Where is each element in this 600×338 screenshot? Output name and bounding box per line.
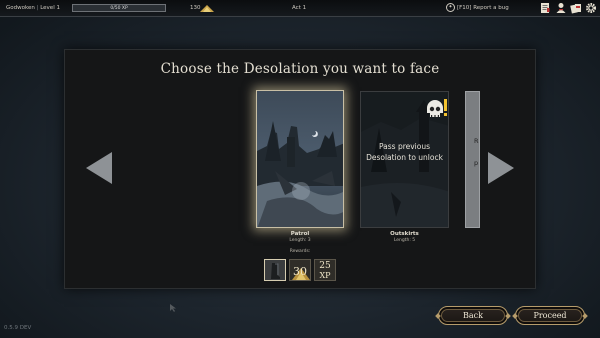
desolation-card-patrol[interactable]	[256, 90, 344, 228]
player-level: Level 1	[40, 5, 60, 11]
top-bar: Godwoken | Level 1 0/50 XP 130 Act 1 ✦ [F…	[0, 0, 600, 17]
cards-icon[interactable]	[570, 2, 582, 14]
card-length-outskirts: Length: 5	[393, 238, 416, 243]
card-name-patrol: Patrol	[290, 231, 310, 237]
reward-item-xp[interactable]: 25 XP	[314, 259, 336, 281]
version-label: 0.5.9 DEV	[4, 325, 32, 331]
partial-text-2: p	[474, 159, 479, 167]
patrol-artwork	[257, 91, 343, 227]
previous-arrow-button[interactable]	[86, 152, 112, 184]
desolation-card-outskirts[interactable]: Pass previous Desolation to unlock	[360, 91, 449, 228]
settings-gear-icon[interactable]	[585, 2, 597, 14]
bug-icon: ✦	[446, 3, 455, 12]
unlock-text-line-1: Pass previous	[378, 142, 431, 151]
act-label: Act 1	[292, 5, 307, 11]
skull-locked-icon	[427, 99, 447, 117]
xp-reward-value: 25	[319, 261, 331, 271]
next-arrow-button[interactable]	[488, 152, 514, 184]
unlock-text-line-2: Desolation to unlock	[366, 153, 443, 162]
xp-bar: 0/50 XP	[72, 4, 166, 12]
xp-reward-unit: XP	[319, 271, 331, 280]
partial-text-1: R	[474, 137, 479, 145]
scroll-icon[interactable]	[539, 2, 551, 14]
gold-coins-icon	[200, 5, 214, 12]
card-name-outskirts: Outskirts	[390, 231, 419, 237]
report-bug-label: [F10] Report a bug	[457, 4, 509, 11]
desolation-card-partial[interactable]: R p	[465, 91, 480, 228]
unlock-requirement-text: Pass previous Desolation to unlock	[361, 141, 448, 163]
reward-item-boots[interactable]	[264, 259, 286, 281]
card-length-patrol: Length: 3	[289, 238, 311, 243]
partial-card-text: R p	[474, 130, 479, 174]
report-bug-button[interactable]: ✦ [F10] Report a bug	[446, 3, 509, 14]
gold-reward-value: 30	[293, 265, 307, 278]
back-button[interactable]: Back	[438, 306, 508, 325]
character-icon[interactable]	[555, 2, 567, 14]
mouse-cursor-icon	[170, 304, 176, 312]
page-title: Choose the Desolation you want to face	[160, 61, 440, 77]
reward-item-gold[interactable]: 30	[289, 259, 311, 281]
xp-text: 0/50 XP	[110, 6, 128, 11]
player-info: Godwoken | Level 1	[6, 5, 60, 11]
rewards-label: Rewards:	[289, 249, 311, 254]
player-name: Godwoken	[6, 5, 35, 11]
proceed-button[interactable]: Proceed	[515, 306, 585, 325]
boots-icon	[271, 263, 280, 279]
